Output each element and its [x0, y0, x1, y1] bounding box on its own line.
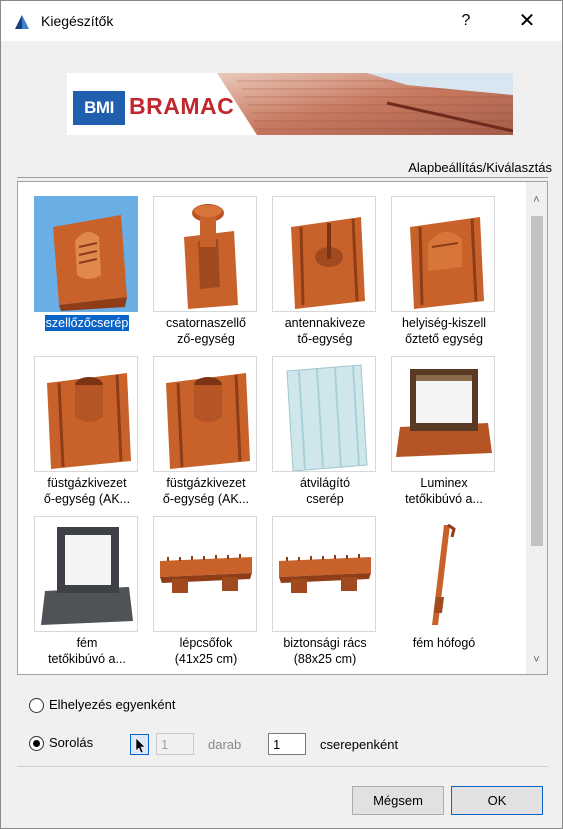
- gallery-item[interactable]: lépcsőfok (41x25 cm): [147, 508, 265, 666]
- cursor-arrow-icon: [135, 737, 146, 754]
- help-button[interactable]: ?: [451, 7, 481, 35]
- placement-row-radio[interactable]: [29, 736, 44, 751]
- divider: [17, 766, 548, 767]
- gallery-item[interactable]: fém hófogó: [385, 508, 503, 666]
- gallery-item[interactable]: füstgázkivezet ő-egység (AK...: [28, 348, 146, 506]
- item-label: fém tetőkibúvó a...: [48, 636, 126, 666]
- item-label: szellőzőcserép: [44, 315, 130, 331]
- placement-row-label: Sorolás: [49, 735, 94, 750]
- close-button[interactable]: ✕: [507, 7, 547, 35]
- per-tile-input[interactable]: [268, 733, 306, 755]
- placement-single-radio[interactable]: [29, 698, 44, 713]
- item-label: Luminex tetőkibúvó a...: [405, 476, 483, 506]
- item-label: átvilágító cserép: [299, 476, 351, 506]
- scroll-down-icon[interactable]: ˅: [526, 650, 547, 670]
- scroll-up-icon[interactable]: ˄: [526, 190, 547, 210]
- gallery-scrollbar[interactable]: ˄ ˅: [526, 182, 547, 674]
- item-label: antennakiveze tő-egység: [284, 316, 366, 346]
- gallery-item[interactable]: szellőzőcserép: [28, 188, 146, 346]
- safety-grid-icon: [272, 516, 376, 632]
- default-selection-link[interactable]: Alapbeállítás/Kiválasztás: [408, 160, 552, 175]
- flue-tile-1-icon: [34, 356, 138, 472]
- gallery-item[interactable]: helyiség-kiszell őztető egység: [385, 188, 503, 346]
- gallery-item[interactable]: csatornaszellő ző-egység: [147, 188, 265, 346]
- snow-guard-icon: [391, 516, 495, 632]
- luminex-hatch-icon: [391, 356, 495, 472]
- translucent-tile-icon: [272, 356, 376, 472]
- archicad-logo-icon: [15, 15, 29, 29]
- placement-single-label: Elhelyezés egyenként: [49, 697, 176, 712]
- divider: [17, 177, 548, 178]
- count-input[interactable]: [156, 733, 194, 755]
- window-title: Kiegészítők: [41, 13, 114, 29]
- pick-cursor-button[interactable]: [130, 734, 149, 755]
- item-label: füstgázkivezet ő-egység (AK...: [43, 476, 131, 506]
- flue-tile-2-icon: [153, 356, 257, 472]
- gallery-item[interactable]: Luminex tetőkibúvó a...: [385, 348, 503, 506]
- bmi-logo: BMI: [73, 91, 125, 125]
- sewer-vent-tile-icon: [153, 196, 257, 312]
- bramac-logo: BRAMAC: [129, 93, 235, 119]
- room-vent-tile-icon: [391, 196, 495, 312]
- item-label: füstgázkivezet ő-egység (AK...: [162, 476, 250, 506]
- item-label: biztonsági rács (88x25 cm): [283, 636, 367, 666]
- gallery-item[interactable]: füstgázkivezet ő-egység (AK...: [147, 348, 265, 506]
- accessories-dialog: Kiegészítők ? ✕ BMI BRAMAC Alapbeállítás…: [0, 0, 563, 829]
- gallery-item[interactable]: átvilágító cserép: [266, 348, 384, 506]
- bramac-banner: BMI BRAMAC: [67, 73, 513, 135]
- item-label: csatornaszellő ző-egység: [166, 316, 246, 346]
- metal-hatch-icon: [34, 516, 138, 632]
- count-unit-label: darab: [208, 737, 242, 752]
- gallery-item[interactable]: fém tetőkibúvó a...: [28, 508, 146, 666]
- gallery-item[interactable]: antennakiveze tő-egység: [266, 188, 384, 346]
- step-icon: [153, 516, 257, 632]
- gallery-item[interactable]: biztonsági rács (88x25 cm): [266, 508, 384, 666]
- item-label: helyiség-kiszell őztető egység: [401, 316, 487, 346]
- antenna-tile-icon: [272, 196, 376, 312]
- ok-button[interactable]: OK: [451, 786, 543, 815]
- per-tile-unit-label: cserepenként: [320, 737, 399, 752]
- scroll-thumb[interactable]: [531, 216, 543, 546]
- accessory-gallery: szellőzőcserép csatornaszellő ző-egység: [17, 181, 548, 675]
- item-label: lépcsőfok (41x25 cm): [174, 636, 238, 666]
- ventilation-tile-icon: [34, 196, 138, 312]
- cancel-button[interactable]: Mégsem: [352, 786, 444, 815]
- item-label: fém hófogó: [412, 636, 476, 650]
- title-bar: Kiegészítők ? ✕: [1, 1, 562, 41]
